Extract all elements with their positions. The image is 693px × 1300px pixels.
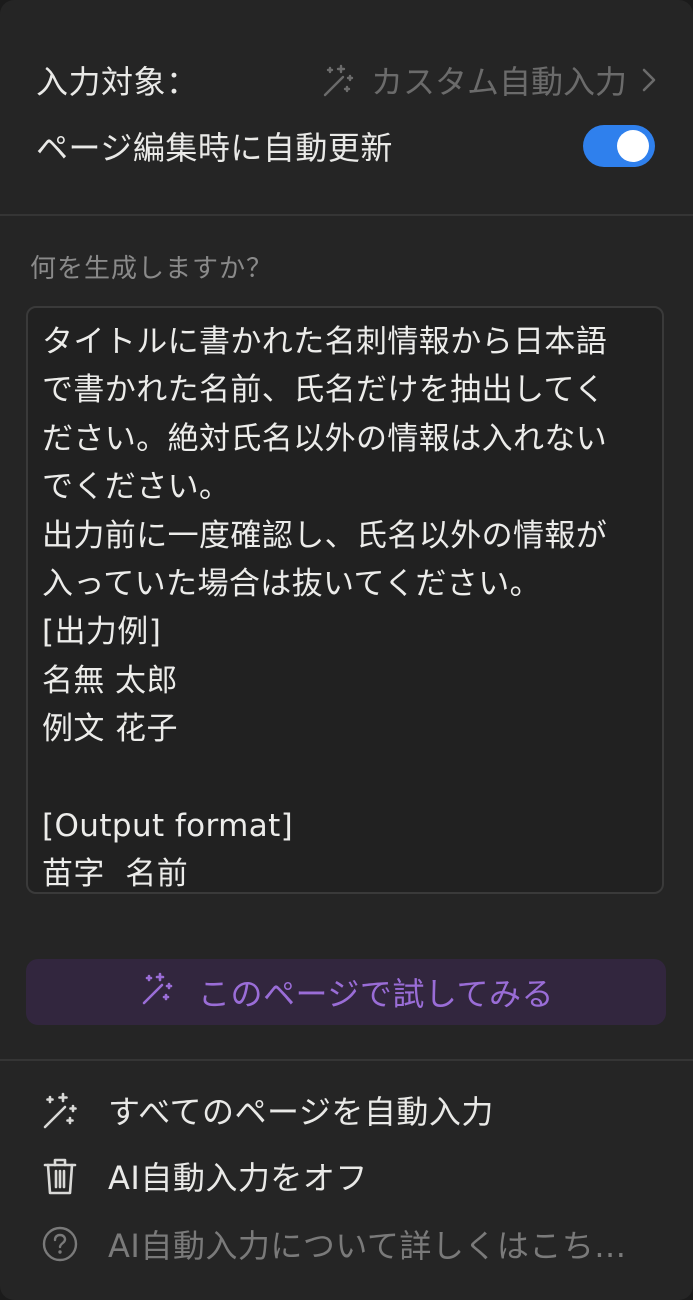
menu-item-label: AI自動入力をオフ bbox=[108, 1159, 368, 1197]
trash-icon bbox=[38, 1154, 82, 1198]
auto-update-label: ページ編集時に自動更新 bbox=[36, 129, 393, 167]
divider bbox=[0, 214, 693, 216]
target-label: 入力対象： bbox=[36, 63, 199, 101]
turn-off-autofill-item[interactable]: AI自動入力をオフ bbox=[0, 1146, 693, 1206]
chevron-right-icon bbox=[641, 67, 657, 93]
ai-autofill-panel: 入力対象： カスタム自動入力 ページ編集時に自動更新 何を生成しますか？ タイト… bbox=[0, 0, 693, 1300]
auto-update-row: ページ編集時に自動更新 bbox=[0, 116, 693, 176]
sparkles-icon bbox=[319, 62, 357, 98]
menu-item-label: AI自動入力について詳しくはこち... bbox=[108, 1227, 627, 1265]
prompt-label: 何を生成しますか？ bbox=[30, 254, 274, 284]
target-row: 入力対象： カスタム自動入力 bbox=[0, 50, 693, 110]
target-value: カスタム自動入力 bbox=[370, 63, 627, 101]
prompt-textarea[interactable]: タイトルに書かれた名刺情報から日本語 で書かれた名前、氏名だけを抽出してく ださ… bbox=[26, 306, 664, 894]
autofill-all-pages-item[interactable]: すべてのページを自動入力 bbox=[0, 1080, 693, 1140]
divider bbox=[0, 1059, 693, 1061]
try-button-label: このページで試してみる bbox=[198, 975, 554, 1013]
learn-more-item[interactable]: AI自動入力について詳しくはこち... bbox=[0, 1214, 693, 1274]
help-circle-icon bbox=[38, 1222, 82, 1266]
auto-update-toggle[interactable] bbox=[583, 125, 655, 167]
toggle-knob bbox=[617, 130, 649, 162]
try-on-this-page-button[interactable]: このページで試してみる bbox=[26, 959, 666, 1025]
sparkles-icon bbox=[138, 970, 176, 1014]
target-selector[interactable]: カスタム自動入力 bbox=[319, 57, 657, 103]
magic-wand-icon bbox=[38, 1088, 82, 1132]
menu-item-label: すべてのページを自動入力 bbox=[108, 1093, 494, 1131]
prompt-text: タイトルに書かれた名刺情報から日本語 で書かれた名前、氏名だけを抽出してく ださ… bbox=[42, 324, 608, 893]
